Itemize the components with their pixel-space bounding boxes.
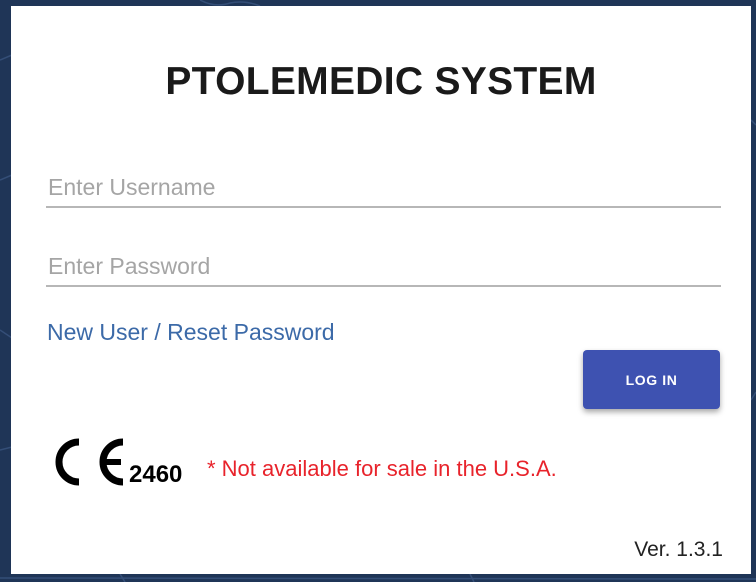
account-links: New User / Reset Password — [47, 319, 335, 346]
login-button[interactable]: LOG IN — [583, 350, 720, 409]
ce-number: 2460 — [129, 461, 183, 488]
reset-password-link[interactable]: Reset Password — [167, 319, 334, 345]
version-label: Ver. 1.3.1 — [634, 538, 723, 561]
ce-mark-icon — [55, 438, 124, 486]
login-card: PTOLEMEDIC SYSTEM New User / Reset Passw… — [11, 6, 751, 574]
password-input[interactable] — [46, 247, 721, 287]
page-title: PTOLEMEDIC SYSTEM — [165, 60, 597, 103]
link-separator: / — [154, 319, 161, 345]
sale-disclaimer: * Not available for sale in the U.S.A. — [207, 456, 557, 481]
new-user-link[interactable]: New User — [47, 319, 148, 345]
username-input[interactable] — [46, 168, 721, 208]
